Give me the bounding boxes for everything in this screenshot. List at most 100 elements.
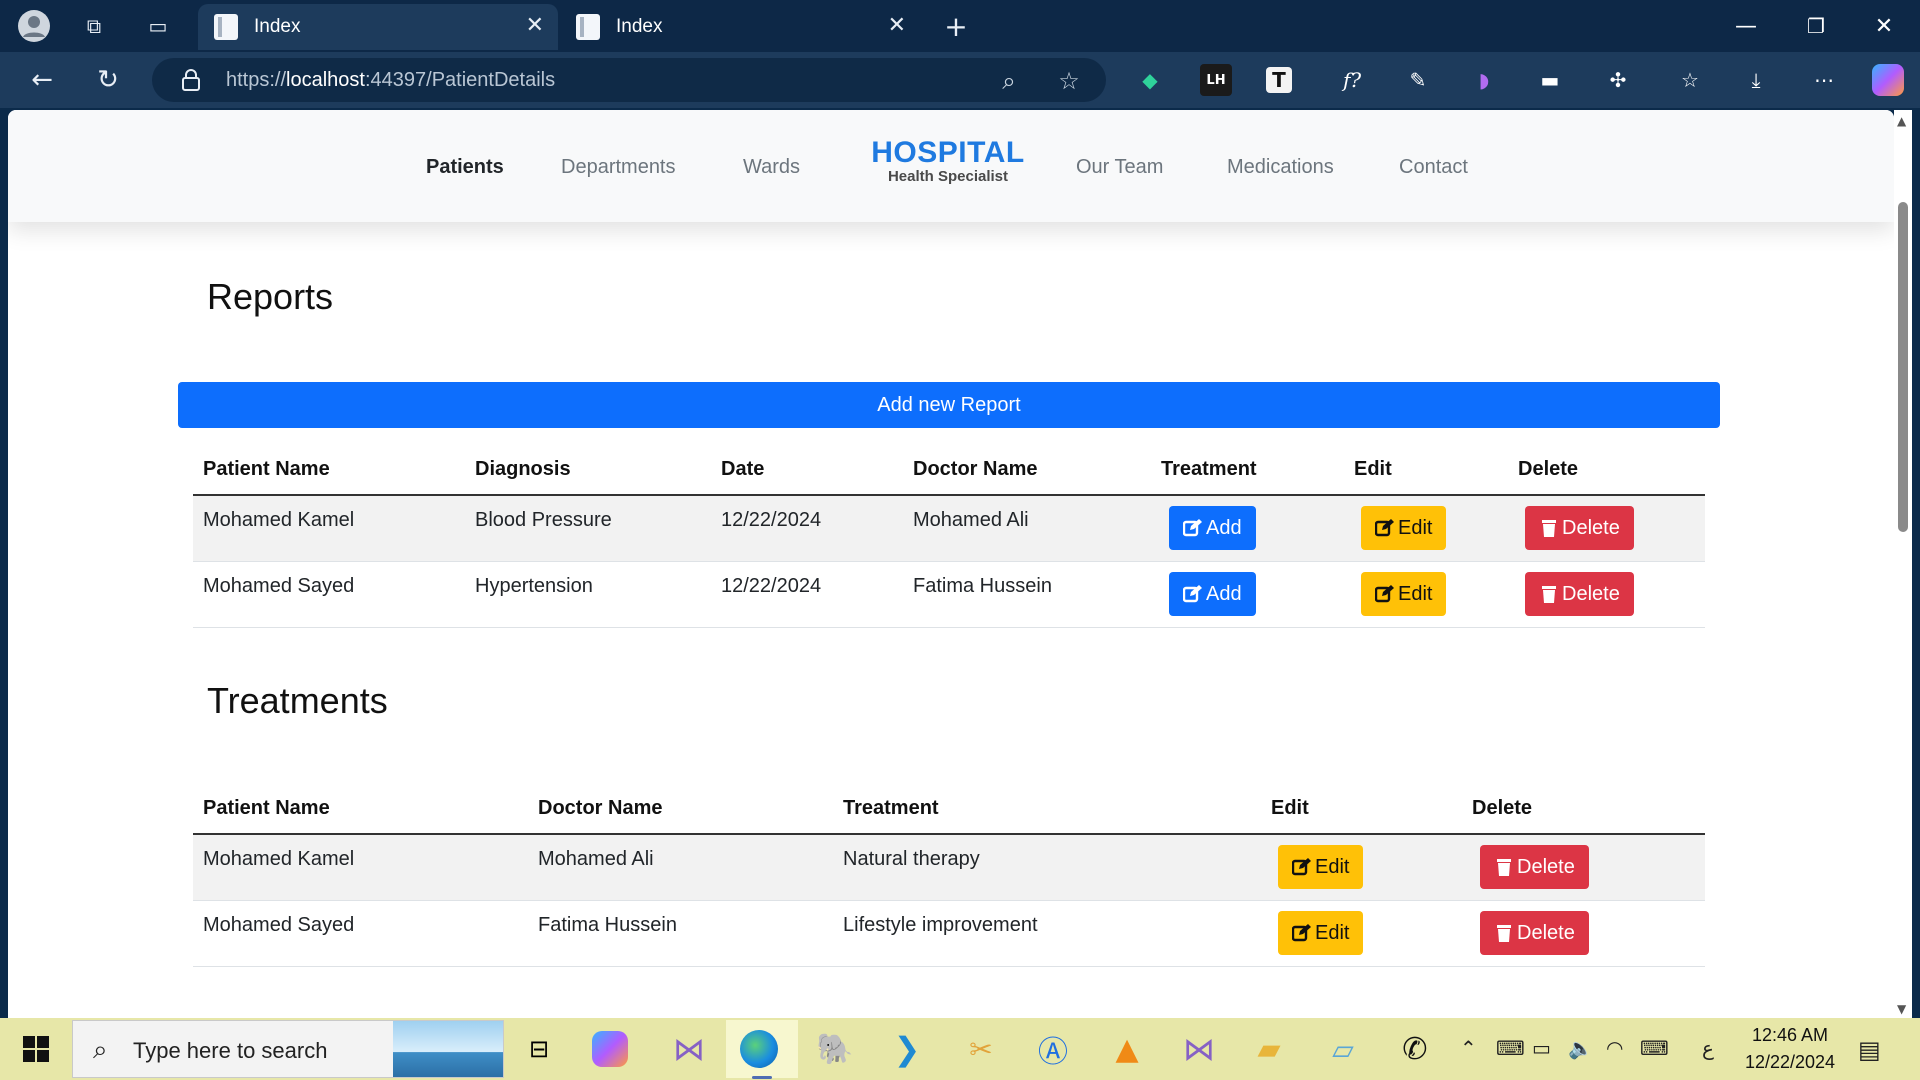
extension-eyedropper-icon[interactable]: ✎ [1402,64,1434,96]
refresh-icon[interactable]: ↻ [88,60,128,100]
button-label: Edit [1398,516,1433,539]
extension-font-icon[interactable]: f? [1336,64,1368,96]
nav-wards[interactable]: Wards [743,156,800,179]
app-store-icon[interactable]: Ⓐ [1030,1026,1076,1072]
show-hidden-icons-icon[interactable]: ⌃ [1460,1036,1477,1060]
edit-report-button[interactable]: Edit [1361,572,1447,616]
add-treatment-button[interactable]: Add [1169,506,1256,550]
delete-treatment-button[interactable]: Delete [1480,911,1589,955]
start-button[interactable] [0,1018,72,1080]
col-edit: Edit [1271,797,1309,819]
postgres-icon[interactable]: 🐘 [812,1026,858,1072]
add-treatment-button[interactable]: Add [1169,572,1256,616]
edge-browser-icon[interactable] [740,1030,778,1068]
tab-index-2[interactable]: Index ✕ [560,4,920,50]
cell-patient: Mohamed Sayed [203,914,355,936]
button-label: Delete [1562,582,1620,605]
zoom-out-icon[interactable]: ⌕ [994,66,1024,96]
extension-purple-icon[interactable]: ◗ [1468,64,1500,96]
more-options-icon[interactable]: ⋯ [1808,64,1840,96]
vscode-icon[interactable]: ❯ [884,1026,930,1072]
file-explorer-icon[interactable]: ▰ [1246,1026,1292,1072]
close-tab-icon[interactable]: ✕ [526,13,544,38]
downloads-icon[interactable]: ⤓ [1740,64,1772,96]
copilot-icon[interactable] [1872,64,1904,96]
notepad-icon[interactable]: ▱ [1320,1026,1366,1072]
favorite-star-icon[interactable]: ☆ [1054,66,1084,96]
button-label: Edit [1398,582,1433,605]
url-text[interactable]: https://localhost:44397/PatientDetails [226,69,555,92]
keyboard-icon[interactable]: ⌨ [1640,1036,1669,1060]
table-row: Mohamed Sayed Hypertension 12/22/2024 Fa… [193,562,1705,628]
close-window-icon[interactable]: ✕ [1854,6,1914,46]
copilot-app-icon[interactable] [592,1031,628,1067]
nav-our-team[interactable]: Our Team [1076,156,1163,179]
tab-actions-icon[interactable]: ▭ [140,8,176,44]
edit-icon [1182,519,1203,537]
search-placeholder: Type here to search [133,1038,328,1063]
delete-report-button[interactable]: Delete [1525,572,1634,616]
extension-diamond-icon[interactable]: ◆ [1134,64,1166,96]
nav-contact[interactable]: Contact [1399,156,1468,179]
button-label: Add [1206,582,1242,605]
page-favicon-icon [576,14,600,40]
brand-logo[interactable]: HOSPITAL Health Specialist [868,136,1028,185]
cell-treatment: Natural therapy [843,848,980,870]
windows-logo-icon [23,1036,49,1062]
snipping-tool-icon[interactable]: ✂ [958,1026,1004,1072]
workspaces-icon[interactable]: ⧉ [76,8,112,44]
delete-report-button[interactable]: Delete [1525,506,1634,550]
extensions-puzzle-icon[interactable]: ✣ [1602,64,1634,96]
taskbar-search[interactable]: ⌕ Type here to search [72,1020,504,1078]
extension-t-icon[interactable]: T [1266,67,1292,93]
vlc-icon[interactable]: ▲ [1104,1026,1150,1072]
nav-medications[interactable]: Medications [1227,156,1334,179]
edit-treatment-button[interactable]: Edit [1278,911,1364,955]
scrollbar-thumb[interactable] [1898,202,1908,532]
col-doctor-name: Doctor Name [913,458,1038,480]
system-clock[interactable]: 12:46 AM 12/22/2024 [1740,1022,1840,1076]
new-tab-icon[interactable]: + [938,8,974,44]
task-view-icon[interactable]: ⊟ [516,1026,562,1072]
edit-icon [1374,585,1395,603]
scroll-down-icon[interactable]: ▼ [1897,1002,1906,1016]
brand-subtitle: Health Specialist [887,168,1009,185]
notifications-icon[interactable]: ▤ [1858,1036,1881,1064]
favorites-icon[interactable]: ☆ [1674,64,1706,96]
brand-title: HOSPITAL [871,136,1025,169]
button-label: Delete [1517,855,1575,878]
add-new-report-button[interactable]: Add new Report [178,382,1720,428]
scroll-up-icon[interactable]: ▲ [1897,114,1906,128]
close-tab-icon[interactable]: ✕ [888,13,906,38]
visual-studio-preview-icon[interactable]: ⋈ [1176,1026,1222,1072]
cell-doctor: Fatima Hussein [538,914,677,936]
extension-lighthouse-icon[interactable]: LH [1200,64,1232,96]
table-row: Mohamed Sayed Fatima Hussein Lifestyle i… [193,901,1705,967]
edit-report-button[interactable]: Edit [1361,506,1447,550]
edit-treatment-button[interactable]: Edit [1278,845,1364,889]
clock-time: 12:46 AM [1751,1025,1829,1045]
windows-taskbar: ⌕ Type here to search ⊟ ⋈ 🐘 ❯ ✂ Ⓐ ▲ ⋈ ▰ … [0,1018,1920,1080]
whatsapp-icon[interactable]: ✆ [1392,1026,1438,1072]
battery-icon[interactable]: ▭ [1532,1036,1551,1060]
address-bar[interactable]: https://localhost:44397/PatientDetails ⌕… [152,58,1106,102]
volume-icon[interactable]: 🔈 [1568,1036,1593,1060]
visual-studio-icon[interactable]: ⋈ [666,1026,712,1072]
extension-device-icon[interactable]: ▬ [1534,64,1566,96]
network-status-icon[interactable]: ⌨ [1496,1036,1525,1060]
restore-icon[interactable]: ❐ [1786,6,1846,46]
wifi-icon[interactable]: ◠ [1606,1036,1623,1060]
nav-patients[interactable]: Patients [426,156,504,179]
page-favicon-icon [214,14,238,40]
col-delete: Delete [1472,797,1533,819]
nav-departments[interactable]: Departments [561,156,676,179]
page-scrollbar[interactable]: ▲ ▼ [1894,110,1912,1018]
profile-avatar-icon[interactable] [16,8,52,44]
edit-icon [1374,519,1395,537]
back-arrow-icon[interactable]: ← [22,60,62,100]
trash-icon [1539,519,1559,537]
delete-treatment-button[interactable]: Delete [1480,845,1589,889]
minimize-icon[interactable]: — [1716,6,1776,46]
input-language[interactable]: ع [1702,1036,1714,1060]
tab-index-1[interactable]: Index ✕ [198,4,558,50]
